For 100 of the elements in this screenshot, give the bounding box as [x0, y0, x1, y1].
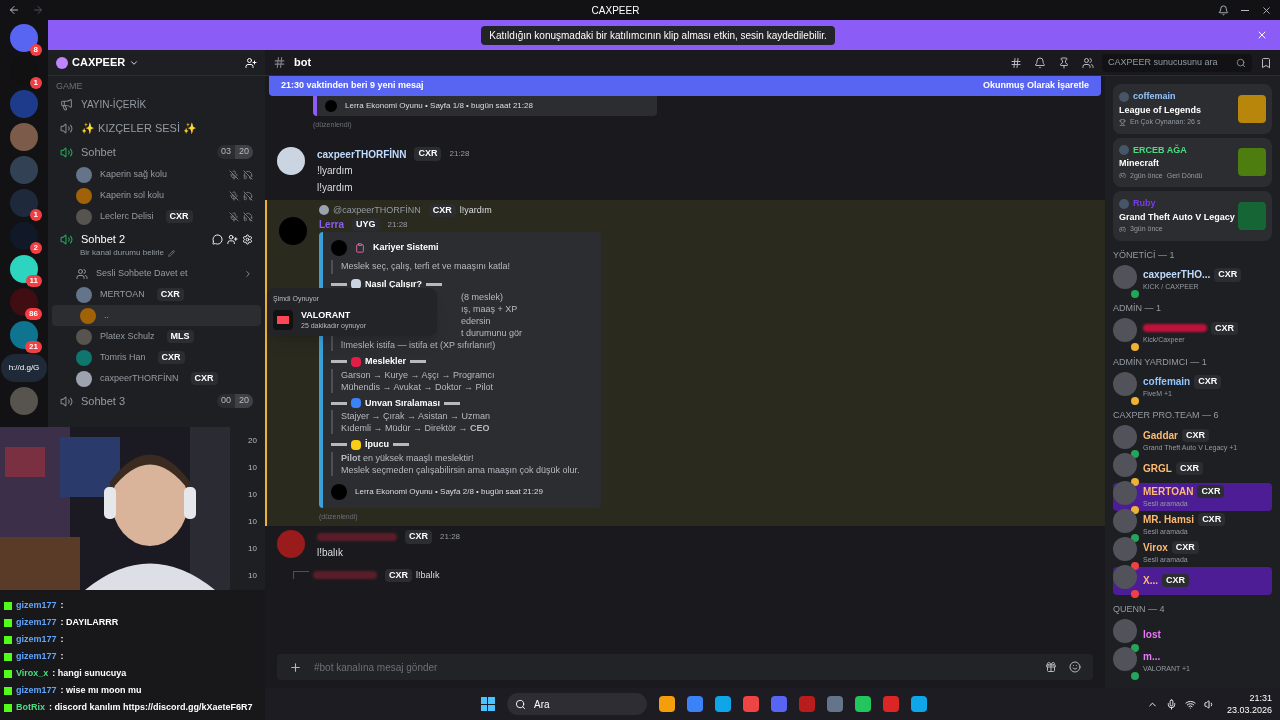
- avatar: [1113, 371, 1137, 396]
- voice-user[interactable]: ..: [104, 308, 109, 323]
- deafened-icon: [243, 190, 253, 201]
- member-name[interactable]: GRGL: [1143, 461, 1172, 476]
- mark-read-link[interactable]: Okunmuş Olarak İşaretle: [982, 79, 1089, 93]
- server-icon[interactable]: [10, 255, 38, 283]
- channel-name[interactable]: YAYIN-İÇERİK: [81, 96, 147, 112]
- user-count: 10: [248, 543, 257, 556]
- channel-name[interactable]: ✨ KIZÇELER SESİ ✨: [81, 119, 253, 137]
- new-messages-bar[interactable]: 21:30 vaktinden beri 9 yeni mesaj Okunmuş Olarak İşaretle: [269, 76, 1101, 96]
- app-icon[interactable]: [911, 696, 927, 712]
- chevron-icon[interactable]: [243, 268, 253, 279]
- role-tag: CXR: [1211, 321, 1238, 335]
- author-name[interactable]: Lerra: [319, 217, 344, 232]
- gift-icon[interactable]: [1045, 661, 1057, 673]
- timestamp: 21:28: [449, 148, 470, 160]
- server-icon[interactable]: [10, 24, 38, 52]
- app-icon[interactable]: [743, 696, 759, 712]
- app-icon[interactable]: [687, 696, 703, 712]
- member-name[interactable]: Virox: [1143, 539, 1168, 555]
- member-name[interactable]: m...: [1143, 649, 1161, 665]
- network-icon[interactable]: [1184, 698, 1196, 710]
- taskbar-search[interactable]: Ara: [507, 693, 647, 715]
- voice-user[interactable]: caxpeerTHORFİNN: [100, 371, 179, 386]
- member-name[interactable]: X...: [1143, 573, 1158, 588]
- embed-line: Stajyer → Çırak → Asistan → Uzman: [341, 410, 492, 422]
- server-name[interactable]: CAXPEER: [72, 54, 126, 71]
- member-name[interactable]: ERCEB AĞA: [1133, 143, 1187, 157]
- server-icon[interactable]: [10, 321, 38, 349]
- invite-link[interactable]: Sesli Sohbete Davet et: [96, 266, 235, 281]
- member-name[interactable]: MERTOAN: [1143, 483, 1194, 499]
- app-icon[interactable]: [827, 696, 843, 712]
- app-icon[interactable]: [659, 696, 675, 712]
- channel-name[interactable]: Sohbet: [81, 143, 209, 161]
- search-field[interactable]: CAXPEER sunucusunu ara: [1102, 53, 1252, 72]
- chat-message: : discord kanılım https://discord.gg/kXaeteF6R7: [49, 701, 253, 715]
- chat-username: gizem177: [16, 616, 57, 630]
- threads-icon[interactable]: [1010, 56, 1022, 69]
- embed-line: Mühendis → Avukat → Doktor → Pilot: [341, 380, 494, 393]
- app-icon[interactable]: [883, 696, 899, 712]
- user-count: 10: [248, 461, 257, 474]
- close-icon[interactable]: [1261, 4, 1272, 16]
- start-icon[interactable]: [481, 697, 495, 711]
- unread-badge: 86: [25, 308, 42, 320]
- reply-author[interactable]: @caxpeerTHORFİNN: [333, 203, 421, 217]
- platform-icon: [4, 670, 12, 678]
- author-name[interactable]: caxpeerTHORFİNN: [317, 146, 407, 162]
- channel-status[interactable]: Bir kanal durumu belirle: [80, 247, 165, 259]
- member-name[interactable]: MR. Hamsi: [1143, 511, 1195, 527]
- channel-name[interactable]: Sohbet 3: [81, 392, 209, 410]
- section-title: Nasıl Çalışır?: [365, 277, 423, 291]
- mic-icon[interactable]: [1165, 698, 1177, 710]
- channel-name[interactable]: Sohbet 2: [81, 230, 204, 248]
- voice-user[interactable]: Kaperin sağ kolu: [100, 167, 168, 182]
- close-icon[interactable]: [1256, 29, 1268, 41]
- settings-icon[interactable]: [242, 233, 253, 245]
- invite-icon[interactable]: [245, 56, 257, 69]
- server-icon[interactable]: h://d.g/G: [1, 354, 47, 382]
- avatar: [1113, 318, 1137, 342]
- pin-icon[interactable]: [1058, 56, 1070, 69]
- member-name[interactable]: coffemain: [1143, 374, 1191, 390]
- member-name[interactable]: Gaddar: [1143, 427, 1178, 443]
- volume-icon[interactable]: [1203, 698, 1215, 710]
- embed-line: Pilot en yüksek maaşlı meslektir!: [341, 451, 475, 464]
- inbox-icon[interactable]: [1218, 4, 1229, 16]
- notifications-icon[interactable]: [1034, 56, 1046, 69]
- avatar: [1119, 91, 1129, 102]
- app-icon[interactable]: [715, 696, 731, 712]
- embed-line: Meslek seçmeden çalışabilirsin ama maaşın çok düşük olur.: [341, 463, 581, 476]
- server-icon[interactable]: [10, 222, 38, 250]
- member-name[interactable]: coffemain: [1133, 90, 1176, 104]
- platform-icon: [4, 687, 12, 695]
- user-count: 10: [248, 488, 257, 501]
- app-icon[interactable]: [855, 696, 871, 712]
- add-icon[interactable]: [289, 660, 302, 674]
- member-name[interactable]: lost: [1143, 626, 1161, 642]
- chat-username: gizem177: [16, 599, 57, 613]
- back-icon[interactable]: [8, 4, 20, 16]
- game-name: VALORANT: [301, 308, 352, 321]
- minimize-icon[interactable]: [1241, 9, 1249, 11]
- app-icon[interactable]: [771, 696, 787, 712]
- bookmark-icon[interactable]: [1260, 56, 1272, 69]
- emoji-icon[interactable]: [1069, 661, 1081, 673]
- member-name[interactable]: caxpeerTHO...: [1143, 267, 1211, 283]
- voice-user[interactable]: Platex Schulz: [100, 329, 155, 344]
- invite-icon[interactable]: [227, 233, 238, 245]
- category-label[interactable]: GAME: [48, 80, 265, 92]
- voice-user[interactable]: Kaperin sol kolu: [100, 188, 165, 203]
- gamepad-icon: [1119, 225, 1126, 233]
- voice-user[interactable]: Tomris Han: [100, 350, 146, 365]
- embed-line: Garson → Kurye → Aşçı → Programcı: [341, 368, 496, 381]
- voice-user[interactable]: Leclerc Delisi: [100, 209, 154, 224]
- avatar: [1113, 425, 1137, 449]
- section-title: İpucu: [365, 438, 389, 451]
- members-icon[interactable]: [1082, 56, 1094, 69]
- chat-icon[interactable]: [212, 233, 223, 245]
- server-icon[interactable]: [10, 288, 38, 316]
- game-art-icon: [1238, 148, 1266, 177]
- gamepad-icon: [1119, 172, 1126, 180]
- voice-user[interactable]: MERTOAN: [100, 287, 145, 302]
